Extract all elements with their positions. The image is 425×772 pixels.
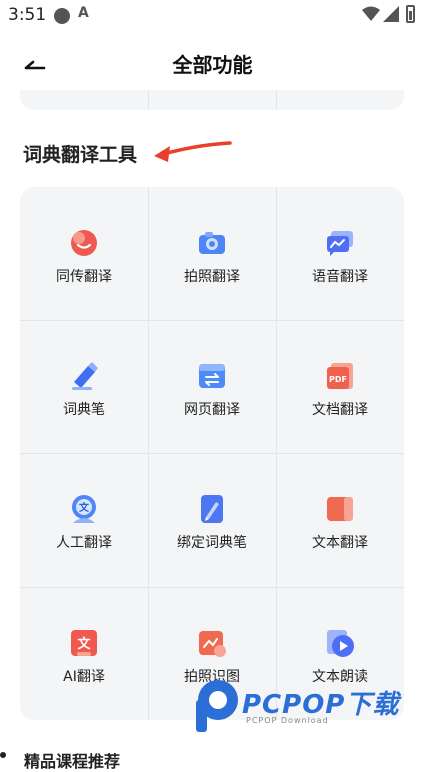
tool-label: 同传翻译 bbox=[56, 269, 112, 285]
tool-label: 词典笔 bbox=[63, 402, 105, 418]
tool-label: 绑定词典笔 bbox=[177, 535, 247, 551]
text-translation-icon bbox=[327, 497, 353, 521]
bind-pen-icon bbox=[201, 495, 223, 523]
section-title: 词典翻译工具 bbox=[23, 144, 138, 166]
svg-text:文: 文 bbox=[77, 636, 91, 652]
camera-translation-icon bbox=[199, 232, 225, 254]
tool-label: AI翻译 bbox=[63, 669, 105, 685]
photo-recognition-icon bbox=[199, 631, 226, 657]
tool-ai-translation[interactable]: 文 AI翻译 bbox=[20, 587, 148, 720]
status-bar: 3:51 A bbox=[0, 0, 425, 30]
tool-voice-translation[interactable]: 语音翻译 bbox=[276, 187, 404, 320]
human-translation-icon: 文 bbox=[72, 495, 96, 523]
notification-a-icon: A bbox=[78, 5, 89, 21]
next-section-title: 精品课程推荐 bbox=[24, 752, 121, 771]
header: 全部功能 bbox=[0, 40, 425, 84]
annotation-arrow-icon bbox=[154, 141, 232, 162]
pdf-document-icon: PDF bbox=[327, 363, 353, 389]
watermark-logo-icon bbox=[196, 680, 238, 732]
text-reading-icon bbox=[327, 630, 354, 657]
notification-dot-icon bbox=[54, 8, 70, 24]
svg-text:文: 文 bbox=[79, 501, 90, 514]
tool-label: 文本翻译 bbox=[312, 535, 368, 551]
tool-camera-translation[interactable]: 拍照翻译 bbox=[148, 187, 276, 320]
signal-icon bbox=[383, 6, 399, 22]
tool-simultaneous-translation[interactable]: 同传翻译 bbox=[20, 187, 148, 320]
wifi-icon bbox=[362, 6, 380, 21]
tool-bind-dictionary-pen[interactable]: 绑定词典笔 bbox=[148, 453, 276, 586]
tool-label: 网页翻译 bbox=[184, 402, 240, 418]
tool-label: 语音翻译 bbox=[312, 269, 368, 285]
status-time: 3:51 bbox=[8, 5, 47, 25]
battery-icon bbox=[406, 5, 415, 23]
svg-text:PDF: PDF bbox=[329, 375, 347, 384]
watermark-subtitle: PCPOP Download bbox=[246, 716, 329, 725]
tool-label: 人工翻译 bbox=[56, 535, 112, 551]
tool-dictionary-pen[interactable]: 词典笔 bbox=[20, 320, 148, 453]
ai-translation-icon: 文 bbox=[71, 630, 97, 656]
dictionary-pen-icon bbox=[72, 362, 98, 390]
tool-text-translation[interactable]: 文本翻译 bbox=[276, 453, 404, 586]
tool-web-translation[interactable]: 网页翻译 bbox=[148, 320, 276, 453]
simultaneous-translation-icon bbox=[71, 230, 97, 256]
tools-grid: 同传翻译 拍照翻译 语音翻译 词典笔 网页翻译 PDF 文档翻译 文 人工翻译 … bbox=[20, 187, 404, 720]
watermark: PCPOP下载 PCPOP Download bbox=[192, 676, 414, 736]
page-title: 全部功能 bbox=[172, 53, 253, 77]
voice-translation-icon bbox=[327, 231, 353, 256]
tool-document-translation[interactable]: PDF 文档翻译 bbox=[276, 320, 404, 453]
web-translation-icon bbox=[199, 364, 225, 388]
section-bullet-icon bbox=[0, 752, 6, 758]
tool-human-translation[interactable]: 文 人工翻译 bbox=[20, 453, 148, 586]
previous-section-panel bbox=[20, 90, 404, 110]
tool-label: 拍照翻译 bbox=[184, 269, 240, 285]
tool-label: 文档翻译 bbox=[312, 402, 368, 418]
